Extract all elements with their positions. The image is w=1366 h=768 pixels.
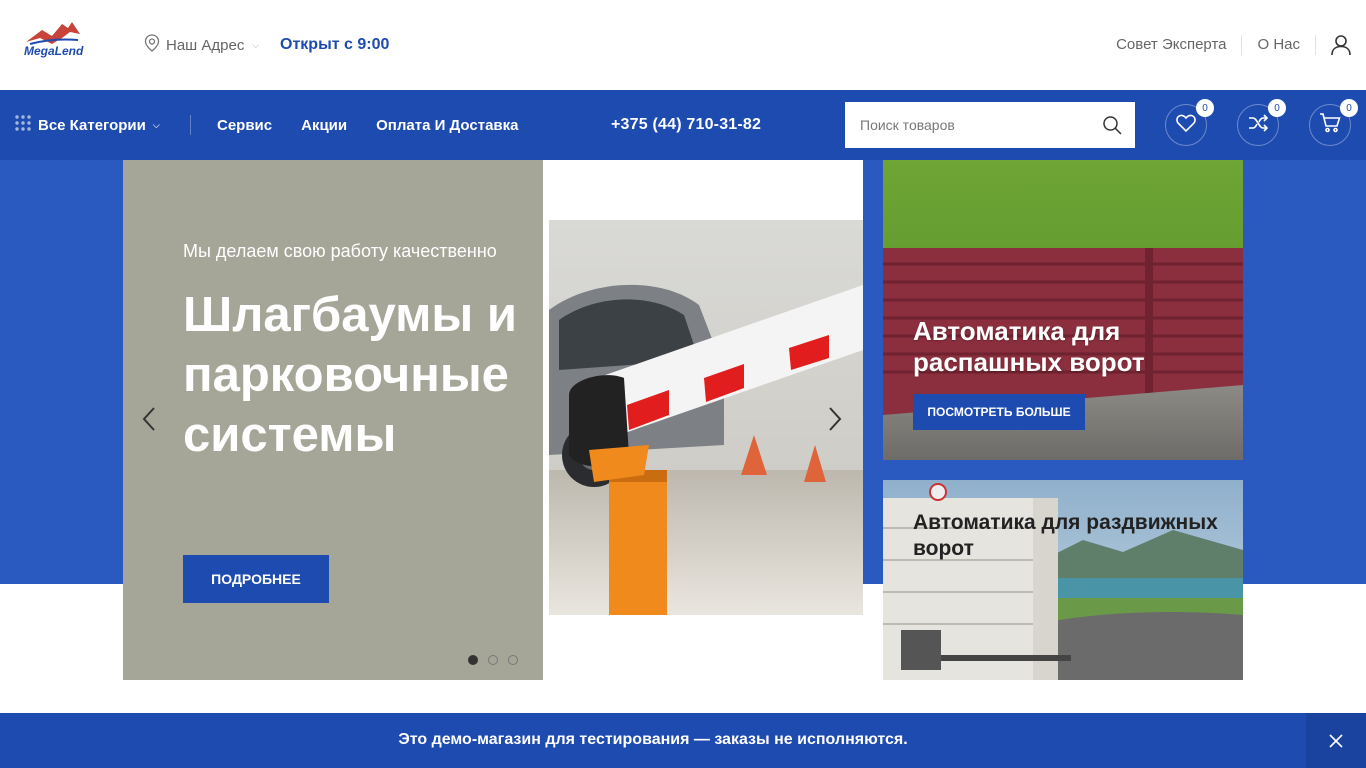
banner-swing-gates[interactable]: Автоматика для распашных ворот ПОСМОТРЕТ… (883, 160, 1243, 460)
chevron-down-icon: ⌵ (152, 119, 160, 130)
slide-title: Шлагбаумы и парковочные системы (183, 288, 517, 462)
top-header: MegaLend Наш Адрес ⌵ Открыт с 9:00 Совет… (0, 0, 1366, 90)
slide-subtitle: Мы делаем свою работу качественно (183, 241, 497, 261)
all-categories-label: Все Категории (38, 116, 146, 134)
banner-see-more-button[interactable]: ПОСМОТРЕТЬ БОЛЬШЕ (913, 394, 1085, 430)
banner-title: Автоматика для распашных ворот (913, 316, 1145, 377)
shuffle-icon (1248, 113, 1269, 137)
slider-dot[interactable] (488, 655, 498, 665)
heart-icon (1176, 114, 1196, 137)
notice-text: Это демо-магазин для тестирования — зака… (398, 731, 908, 748)
nav-item-service[interactable]: Сервис (217, 117, 272, 134)
top-links: Совет Эксперта О Нас (1101, 30, 1352, 60)
cart-button[interactable]: 0 (1309, 99, 1358, 146)
search-icon[interactable] (1102, 115, 1122, 140)
wishlist-button[interactable]: 0 (1165, 99, 1214, 146)
banner-title: Автоматика для раздвижных ворот (913, 511, 1218, 560)
nav-menu: Сервис Акции Оплата И Доставка (217, 113, 518, 137)
compare-button[interactable]: 0 (1237, 99, 1286, 146)
divider (190, 115, 191, 135)
compare-count-badge: 0 (1268, 99, 1286, 117)
link-about-us[interactable]: О Нас (1242, 35, 1315, 55)
all-categories-button[interactable]: Все Категории ⌵ (15, 113, 160, 137)
user-account-icon[interactable] (1316, 34, 1352, 56)
logo-text: MegaLend (24, 44, 84, 58)
address-label: Наш Адрес (166, 36, 245, 54)
slider-next-arrow-icon[interactable] (827, 405, 843, 438)
cart-count-badge: 0 (1340, 99, 1358, 117)
phone-number[interactable]: +375 (44) 710-31-82 (611, 113, 761, 137)
chevron-down-icon: ⌵ (252, 39, 260, 50)
main-slider: Мы делаем свою работу качественно Шлагба… (123, 160, 863, 680)
close-icon[interactable] (1306, 713, 1366, 768)
cart-icon (1319, 112, 1341, 138)
address-dropdown[interactable]: Наш Адрес ⌵ (144, 34, 259, 56)
grid-icon (15, 115, 31, 135)
link-expert-advice[interactable]: Совет Эксперта (1101, 35, 1241, 55)
slide-image (543, 160, 863, 680)
wishlist-count-badge: 0 (1196, 99, 1214, 117)
slide-more-button[interactable]: ПОДРОБНЕЕ (183, 555, 329, 603)
search-box (845, 102, 1135, 148)
slider-prev-arrow-icon[interactable] (141, 405, 157, 438)
nav-item-payment-delivery[interactable]: Оплата И Доставка (376, 117, 518, 134)
site-logo[interactable]: MegaLend (22, 18, 90, 60)
slider-dot[interactable] (468, 655, 478, 665)
location-pin-icon (144, 34, 160, 56)
main-navigation: Все Категории ⌵ Сервис Акции Оплата И До… (0, 90, 1366, 160)
demo-store-notice: Это демо-магазин для тестирования — зака… (0, 713, 1366, 768)
slider-dot[interactable] (508, 655, 518, 665)
nav-item-promotions[interactable]: Акции (301, 117, 347, 134)
opening-hours[interactable]: Открыт с 9:00 (280, 34, 389, 56)
slider-pagination (468, 655, 518, 665)
search-input[interactable] (845, 102, 1085, 148)
banner-sliding-gates[interactable]: Автоматика для раздвижных ворот (883, 480, 1243, 680)
